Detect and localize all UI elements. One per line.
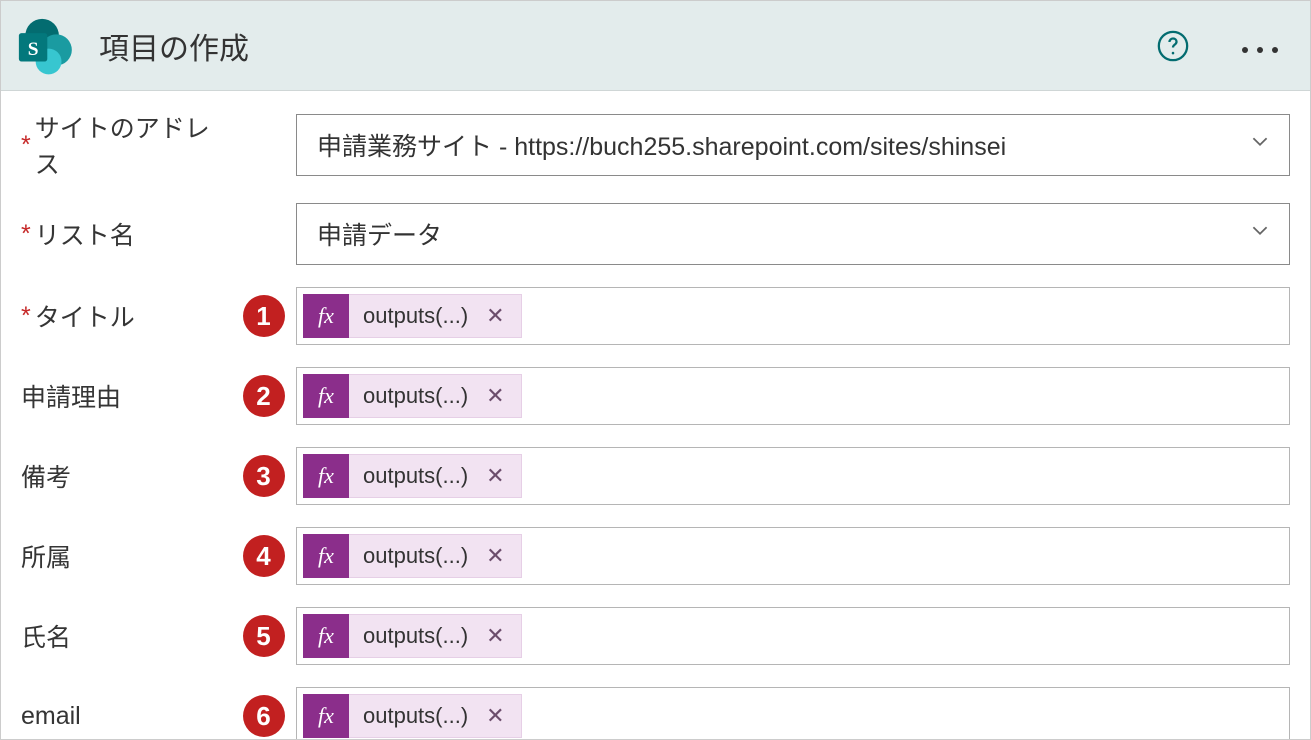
annotation-badge-5: 5	[243, 615, 285, 657]
row-title: * タイトル 1 fx outputs(...) ✕	[21, 287, 1290, 345]
title-input[interactable]: fx outputs(...) ✕	[296, 287, 1290, 345]
label-remarks: 備考	[21, 458, 231, 494]
badge-cell-6: 6	[231, 695, 296, 737]
email-input[interactable]: fx outputs(...) ✕	[296, 687, 1290, 740]
site-address-dropdown[interactable]: 申請業務サイト - https://buch255.sharepoint.com…	[296, 114, 1290, 176]
row-remarks: 備考 3 fx outputs(...) ✕	[21, 447, 1290, 505]
row-name: 氏名 5 fx outputs(...) ✕	[21, 607, 1290, 665]
list-name-dropdown[interactable]: 申請データ	[296, 203, 1290, 265]
label-name: 氏名	[21, 618, 231, 654]
label-title: * タイトル	[21, 298, 231, 334]
remove-token-icon[interactable]: ✕	[480, 383, 510, 409]
required-mark: *	[21, 220, 31, 249]
label-text: 氏名	[21, 618, 71, 654]
sharepoint-icon: S	[11, 11, 81, 81]
label-text: サイトのアドレス	[35, 109, 231, 181]
label-reason: 申請理由	[21, 378, 231, 414]
label-text: リスト名	[35, 216, 135, 252]
remove-token-icon[interactable]: ✕	[480, 703, 510, 729]
token-text: outputs(...)	[363, 303, 468, 329]
fx-icon: fx	[303, 454, 349, 498]
name-input[interactable]: fx outputs(...) ✕	[296, 607, 1290, 665]
expression-token[interactable]: fx outputs(...) ✕	[303, 614, 522, 658]
remove-token-icon[interactable]: ✕	[480, 623, 510, 649]
label-list-name: * リスト名	[21, 216, 231, 252]
token-text: outputs(...)	[363, 543, 468, 569]
row-reason: 申請理由 2 fx outputs(...) ✕	[21, 367, 1290, 425]
reason-input[interactable]: fx outputs(...) ✕	[296, 367, 1290, 425]
svg-text:S: S	[28, 39, 39, 60]
fx-icon: fx	[303, 294, 349, 338]
action-header: S 項目の作成	[1, 1, 1310, 91]
annotation-badge-1: 1	[243, 295, 285, 337]
chevron-down-icon	[1249, 131, 1271, 160]
label-email: email	[21, 702, 231, 731]
expression-token[interactable]: fx outputs(...) ✕	[303, 534, 522, 578]
badge-cell-4: 4	[231, 535, 296, 577]
expression-token[interactable]: fx outputs(...) ✕	[303, 294, 522, 338]
annotation-badge-3: 3	[243, 455, 285, 497]
affiliation-input[interactable]: fx outputs(...) ✕	[296, 527, 1290, 585]
token-text: outputs(...)	[363, 703, 468, 729]
fx-icon: fx	[303, 534, 349, 578]
badge-cell-3: 3	[231, 455, 296, 497]
list-name-value: 申請データ	[317, 216, 442, 252]
action-body: * サイトのアドレス 申請業務サイト - https://buch255.sha…	[1, 91, 1310, 740]
required-mark: *	[21, 131, 31, 160]
remarks-input[interactable]: fx outputs(...) ✕	[296, 447, 1290, 505]
expression-token[interactable]: fx outputs(...) ✕	[303, 454, 522, 498]
more-icon[interactable]	[1230, 30, 1290, 62]
label-text: email	[21, 702, 81, 731]
label-text: タイトル	[35, 298, 135, 334]
remove-token-icon[interactable]: ✕	[480, 543, 510, 569]
badge-cell-1: 1	[231, 295, 296, 337]
remove-token-icon[interactable]: ✕	[480, 303, 510, 329]
label-text: 所属	[21, 538, 71, 574]
annotation-badge-4: 4	[243, 535, 285, 577]
label-site-address: * サイトのアドレス	[21, 109, 231, 181]
badge-cell-5: 5	[231, 615, 296, 657]
annotation-badge-6: 6	[243, 695, 285, 737]
label-text: 備考	[21, 458, 71, 494]
fx-icon: fx	[303, 694, 349, 738]
label-affiliation: 所属	[21, 538, 231, 574]
fx-icon: fx	[303, 374, 349, 418]
action-title: 項目の作成	[99, 24, 1156, 68]
token-text: outputs(...)	[363, 623, 468, 649]
token-text: outputs(...)	[363, 383, 468, 409]
create-item-card: S 項目の作成 * サイトのアドレス	[0, 0, 1311, 740]
fx-icon: fx	[303, 614, 349, 658]
row-site-address: * サイトのアドレス 申請業務サイト - https://buch255.sha…	[21, 109, 1290, 181]
expression-token[interactable]: fx outputs(...) ✕	[303, 694, 522, 738]
row-affiliation: 所属 4 fx outputs(...) ✕	[21, 527, 1290, 585]
chevron-down-icon	[1249, 220, 1271, 249]
help-icon[interactable]	[1156, 29, 1190, 63]
token-text: outputs(...)	[363, 463, 468, 489]
remove-token-icon[interactable]: ✕	[480, 463, 510, 489]
required-mark: *	[21, 302, 31, 331]
badge-cell-2: 2	[231, 375, 296, 417]
label-text: 申請理由	[21, 378, 121, 414]
annotation-badge-2: 2	[243, 375, 285, 417]
row-list-name: * リスト名 申請データ	[21, 203, 1290, 265]
expression-token[interactable]: fx outputs(...) ✕	[303, 374, 522, 418]
row-email: email 6 fx outputs(...) ✕	[21, 687, 1290, 740]
site-address-value: 申請業務サイト - https://buch255.sharepoint.com…	[317, 127, 1006, 163]
